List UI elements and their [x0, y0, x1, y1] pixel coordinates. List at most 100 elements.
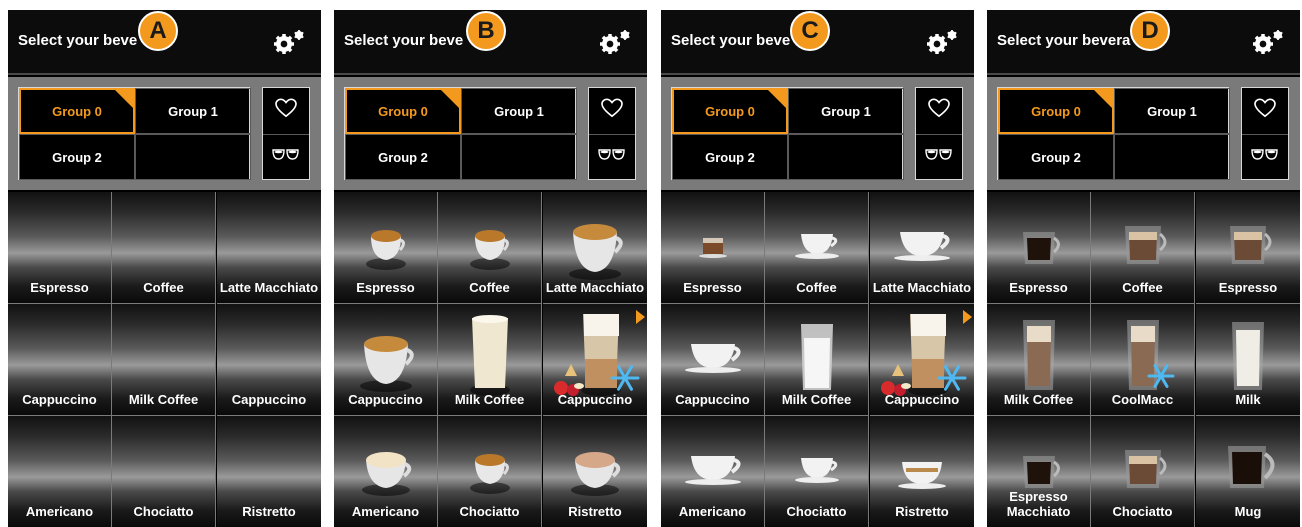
- group-button-0[interactable]: Group 0: [345, 88, 461, 134]
- beverage-label: Chociatto: [133, 504, 194, 519]
- arrow-right-icon[interactable]: [636, 310, 645, 324]
- beverage-label: Latte Macchiato: [545, 280, 645, 295]
- beverage-label: Espresso: [30, 280, 89, 295]
- group-button-0[interactable]: Group 0: [998, 88, 1114, 134]
- panel-badge: C: [790, 11, 830, 51]
- beverage-label: Cappuccino: [884, 392, 960, 407]
- beverage-label: Espresso: [1009, 280, 1068, 295]
- beverage-label: Milk: [1235, 392, 1261, 407]
- beverage-tile[interactable]: Espresso Macchiato: [987, 416, 1091, 527]
- group-grid: Group 0 Group 1 Group 2: [344, 87, 577, 180]
- panel-badge: D: [1130, 11, 1170, 51]
- arrow-right-icon[interactable]: [963, 310, 972, 324]
- settings-button[interactable]: [924, 28, 960, 56]
- group-button-2[interactable]: Group 2: [19, 134, 135, 180]
- gears-icon: [924, 30, 960, 60]
- beverage-label: Cappuccino: [557, 392, 633, 407]
- group-button-0[interactable]: Group 0: [672, 88, 788, 134]
- group-button-1[interactable]: Group 1: [461, 88, 577, 134]
- beverage-tile[interactable]: Milk Coffee: [112, 304, 216, 416]
- heart-icon: [1254, 98, 1276, 123]
- beverage-label: Coffee: [1122, 280, 1163, 295]
- beverage-tile[interactable]: Cappuccino: [661, 304, 765, 416]
- group-button-1[interactable]: Group 1: [135, 88, 251, 134]
- beverage-tile[interactable]: Latte Macchiato: [870, 192, 974, 304]
- beverage-tile[interactable]: Chociatto: [112, 416, 216, 527]
- beverage-tile[interactable]: Latte Macchiato: [543, 192, 647, 304]
- group-button-0[interactable]: Group 0: [19, 88, 135, 134]
- beverage-tile[interactable]: Mug: [1196, 416, 1300, 527]
- beverage-tile[interactable]: Espresso: [8, 192, 112, 304]
- group-button-2[interactable]: Group 2: [998, 134, 1114, 180]
- quick-options: [262, 87, 310, 180]
- beverage-tile[interactable]: Chociatto: [1091, 416, 1195, 527]
- group-grid: Group 0 Group 1 Group 2: [18, 87, 251, 180]
- group-grid: Group 0 Group 1 Group 2: [671, 87, 904, 180]
- beverage-tile[interactable]: Latte Macchiato: [217, 192, 321, 304]
- beverage-panel-b: Select your beve Group 0 Group 1 Group 2 Esp…: [334, 10, 647, 527]
- group-button-2[interactable]: Group 2: [672, 134, 788, 180]
- beverage-label: CoolMacc: [1111, 392, 1174, 407]
- beverage-label: Ristretto: [895, 504, 949, 519]
- heart-icon: [275, 98, 297, 123]
- beverage-tile[interactable]: CoolMacc: [1091, 304, 1195, 416]
- settings-button[interactable]: [1250, 28, 1286, 56]
- favorites-button[interactable]: [916, 88, 962, 133]
- double-cup-button[interactable]: [589, 134, 635, 179]
- favorites-button[interactable]: [589, 88, 635, 133]
- beverage-tile[interactable]: Milk Coffee: [438, 304, 542, 416]
- beverage-tile[interactable]: Chociatto: [765, 416, 869, 527]
- settings-button[interactable]: [271, 28, 307, 56]
- beverage-tile[interactable]: Milk: [1196, 304, 1300, 416]
- double-cup-button[interactable]: [916, 134, 962, 179]
- beverage-label: Milk Coffee: [1003, 392, 1074, 407]
- beverage-tile[interactable]: Milk Coffee: [987, 304, 1091, 416]
- group-button-empty: [788, 134, 904, 180]
- double-cup-button[interactable]: [1242, 134, 1288, 179]
- group-button-2[interactable]: Group 2: [345, 134, 461, 180]
- beverage-panel-d: Select your bevera Group 0 Group 1 Group 2 E…: [987, 10, 1300, 527]
- beverage-tile[interactable]: Ristretto: [543, 416, 647, 527]
- beverage-grid: Espresso Coffee Espresso Milk Coffee CoolMac…: [987, 192, 1300, 527]
- beverage-tile[interactable]: Cappuccino: [8, 304, 112, 416]
- beverage-label: Espresso: [1218, 280, 1278, 295]
- beverage-tile[interactable]: Coffee: [765, 192, 869, 304]
- beverage-tile[interactable]: Espresso: [1196, 192, 1300, 304]
- favorites-button[interactable]: [1242, 88, 1288, 133]
- beverage-tile[interactable]: Ristretto: [870, 416, 974, 527]
- group-selector: Group 0 Group 1 Group 2: [661, 77, 974, 190]
- beverage-grid: Espresso Coffee Latte Macchiato Cappuccino M…: [334, 192, 647, 527]
- beverage-label: Milk Coffee: [128, 392, 199, 407]
- group-button-empty: [1114, 134, 1230, 180]
- beverage-tile[interactable]: Coffee: [438, 192, 542, 304]
- beverage-tile[interactable]: Americano: [661, 416, 765, 527]
- beverage-tile[interactable]: Milk Coffee: [765, 304, 869, 416]
- beverage-tile[interactable]: Americano: [334, 416, 438, 527]
- group-button-1[interactable]: Group 1: [1114, 88, 1230, 134]
- beverage-tile[interactable]: Cappuccino: [543, 304, 647, 416]
- favorites-button[interactable]: [263, 88, 309, 133]
- beverage-label: Cappuccino: [231, 392, 307, 407]
- beverage-tile[interactable]: Espresso: [661, 192, 765, 304]
- settings-button[interactable]: [597, 28, 633, 56]
- beverage-tile[interactable]: Cappuccino: [334, 304, 438, 416]
- group-button-1[interactable]: Group 1: [788, 88, 904, 134]
- beverage-label: Chociatto: [786, 504, 847, 519]
- beverage-tile[interactable]: Ristretto: [217, 416, 321, 527]
- beverage-label: Americano: [678, 504, 747, 519]
- beverage-tile[interactable]: Espresso: [987, 192, 1091, 304]
- beverage-tile[interactable]: Coffee: [112, 192, 216, 304]
- beverage-label: Coffee: [143, 280, 184, 295]
- beverage-label: Coffee: [469, 280, 510, 295]
- beverage-tile[interactable]: Chociatto: [438, 416, 542, 527]
- beverage-tile[interactable]: Coffee: [1091, 192, 1195, 304]
- beverage-tile[interactable]: Espresso: [334, 192, 438, 304]
- beverage-label: Americano: [25, 504, 94, 519]
- beverage-grid: Espresso Coffee Latte Macchiato Cappuccino M…: [8, 192, 321, 527]
- group-selector: Group 0 Group 1 Group 2: [987, 77, 1300, 190]
- group-button-empty: [135, 134, 251, 180]
- beverage-tile[interactable]: Cappuccino: [870, 304, 974, 416]
- beverage-tile[interactable]: Americano: [8, 416, 112, 527]
- double-cup-button[interactable]: [263, 134, 309, 179]
- beverage-tile[interactable]: Cappuccino: [217, 304, 321, 416]
